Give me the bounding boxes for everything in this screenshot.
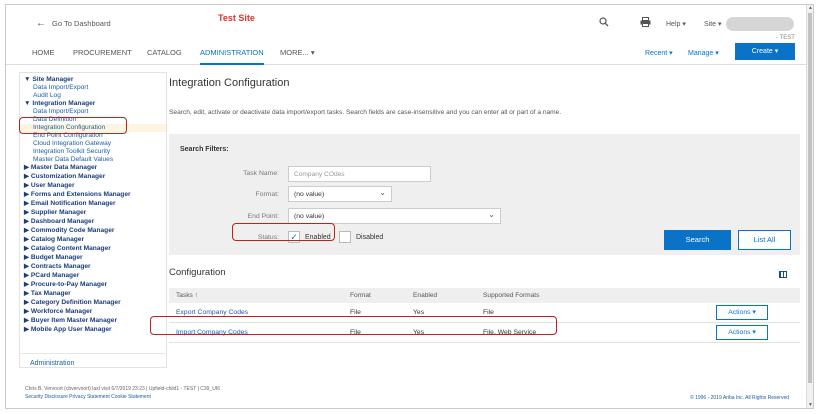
copyright: © 1996 - 2019 Ariba Inc. All Rights Rese… <box>690 395 790 401</box>
vertical-scrollbar[interactable]: ▲ ▼ <box>806 5 813 408</box>
sidebar-section[interactable]: ▶ Email Notification Manager <box>24 200 116 208</box>
sidebar-section[interactable]: ▶ Mobile App User Manager <box>24 326 112 334</box>
sidebar-section[interactable]: ▶ Procure-to-Pay Manager <box>24 281 107 289</box>
format-select[interactable]: (no value) ⌄ <box>288 186 392 202</box>
sidebar-section[interactable]: ▶ Dashboard Manager <box>24 218 94 226</box>
tab-more[interactable]: MORE... ▾ <box>280 42 315 65</box>
search-filters-heading: Search Filters: <box>180 146 229 153</box>
manage-menu[interactable]: Manage ▾ <box>688 49 719 57</box>
row-enabled: Yes <box>413 309 425 316</box>
task-name-label: Task Name: <box>243 170 279 177</box>
task-link[interactable]: Export Company Codes <box>176 309 248 316</box>
sidebar-section[interactable]: ▶ Master Data Manager <box>24 164 97 172</box>
sidebar-section[interactable]: ▶ Contracts Manager <box>24 263 91 271</box>
page-title: Integration Configuration <box>169 77 290 89</box>
sidebar-section[interactable]: ▶ User Manager <box>24 182 75 190</box>
task-name-input[interactable]: Company COdes <box>288 166 431 182</box>
actions-button[interactable]: Actions ▾ <box>716 325 768 340</box>
sidebar-divider <box>20 353 166 354</box>
annotation-box-status <box>232 223 335 241</box>
search-icon[interactable] <box>599 17 609 30</box>
annotation-box-import-row <box>150 316 557 335</box>
table-header: Tasks ↑ Format Enabled Supported Formats <box>169 288 800 303</box>
empty-checkbox-icon <box>339 231 351 243</box>
row-format: File <box>350 309 361 316</box>
disabled-label: Disabled <box>356 233 384 241</box>
sidebar-section[interactable]: ▶ Customization Manager <box>24 173 105 181</box>
configuration-title: Configuration <box>169 267 226 278</box>
sidebar-item[interactable]: Data Import/Export <box>33 84 88 92</box>
sidebar-section[interactable]: ▼ Integration Manager <box>24 100 95 108</box>
tab-catalog[interactable]: CATALOG <box>147 42 182 65</box>
print-icon[interactable] <box>640 17 651 30</box>
sidebar-section[interactable]: ▶ Workforce Manager <box>24 308 92 316</box>
disabled-checkbox[interactable]: Disabled <box>339 231 383 243</box>
row-supported-formats: File <box>483 309 494 316</box>
sidebar-item[interactable]: Master Data Default Values <box>33 156 113 164</box>
page-footer: Chris B. Vervoort (cbvervoort) last visi… <box>25 385 220 401</box>
sidebar-section[interactable]: ▶ Budget Manager <box>24 254 83 262</box>
sidebar-item[interactable]: Data Import/Export <box>33 108 88 116</box>
site-label: Test Site <box>218 13 255 23</box>
sidebar-section[interactable]: ▶ Category Definition Manager <box>24 299 121 307</box>
chevron-down-icon: ⌄ <box>488 210 495 219</box>
sidebar-section[interactable]: ▶ Commodity Code Manager <box>24 227 114 235</box>
sidebar-item[interactable]: Cloud Integration Gateway <box>33 140 111 148</box>
sidebar-section[interactable]: ▶ Buyer Item Master Manager <box>24 317 117 325</box>
sidebar-section[interactable]: ▶ Supplier Manager <box>24 209 86 217</box>
table-options-icon[interactable] <box>779 271 787 278</box>
sidebar-section[interactable]: ▶ Tax Manager <box>24 290 71 298</box>
tab-home[interactable]: HOME <box>32 42 55 65</box>
actions-button[interactable]: Actions ▾ <box>716 305 768 320</box>
redacted-user-name <box>726 17 794 31</box>
back-label: Go To Dashboard <box>52 19 111 28</box>
search-button[interactable]: Search <box>664 230 731 250</box>
recent-menu[interactable]: Recent ▾ <box>645 49 673 57</box>
tab-administration[interactable]: ADMINISTRATION <box>200 42 264 65</box>
scroll-up-icon[interactable]: ▲ <box>807 5 814 11</box>
back-arrow-icon: ← <box>36 18 46 29</box>
format-label: Format: <box>255 191 279 198</box>
login-info: Chris B. Vervoort (cbvervoort) last visi… <box>25 386 220 392</box>
browser-frame: ← Go To Dashboard Test Site Help ▾ Site … <box>5 4 814 409</box>
environment-tag: - TEST <box>776 35 795 41</box>
col-format[interactable]: Format <box>350 292 371 299</box>
scroll-down-icon[interactable]: ▼ <box>807 402 814 408</box>
sidebar-section[interactable]: ▼ Site Manager <box>24 76 73 84</box>
page-description: Search, edit, activate or deactivate dat… <box>169 109 562 116</box>
sidebar-administration-link[interactable]: Administration <box>30 360 74 368</box>
sidebar-item[interactable]: Audit Log <box>33 92 61 100</box>
tab-procurement[interactable]: PROCUREMENT <box>73 42 132 65</box>
create-button[interactable]: Create ▾ <box>735 43 795 60</box>
scroll-thumb[interactable] <box>808 13 812 383</box>
chevron-down-icon: ⌄ <box>379 188 386 197</box>
list-all-button[interactable]: List All <box>738 230 791 250</box>
sidebar-section[interactable]: ▶ Catalog Manager <box>24 236 84 244</box>
col-enabled[interactable]: Enabled <box>413 292 437 299</box>
annotation-box-integration-config <box>19 117 127 134</box>
top-header: ← Go To Dashboard Test Site Help ▾ Site … <box>6 5 807 65</box>
format-value: (no value) <box>294 191 325 198</box>
footer-links[interactable]: Security Disclosure Privacy Statement Co… <box>25 393 220 401</box>
sidebar-section[interactable]: ▶ Forms and Extensions Manager <box>24 191 131 199</box>
endpoint-select[interactable]: (no value) ⌄ <box>288 208 501 224</box>
col-supported-formats[interactable]: Supported Formats <box>483 292 539 299</box>
col-tasks[interactable]: Tasks ↑ <box>176 292 198 299</box>
go-to-dashboard-link[interactable]: ← Go To Dashboard <box>36 18 111 29</box>
endpoint-label: End Point: <box>247 213 279 220</box>
sidebar-item[interactable]: Integration Toolkit Security <box>33 148 110 156</box>
help-menu[interactable]: Help ▾ <box>666 20 686 28</box>
sidebar-section[interactable]: ▶ PCard Manager <box>24 272 79 280</box>
endpoint-value: (no value) <box>294 213 325 220</box>
site-menu[interactable]: Site ▾ <box>704 20 722 28</box>
sidebar-section[interactable]: ▶ Catalog Content Manager <box>24 245 111 253</box>
